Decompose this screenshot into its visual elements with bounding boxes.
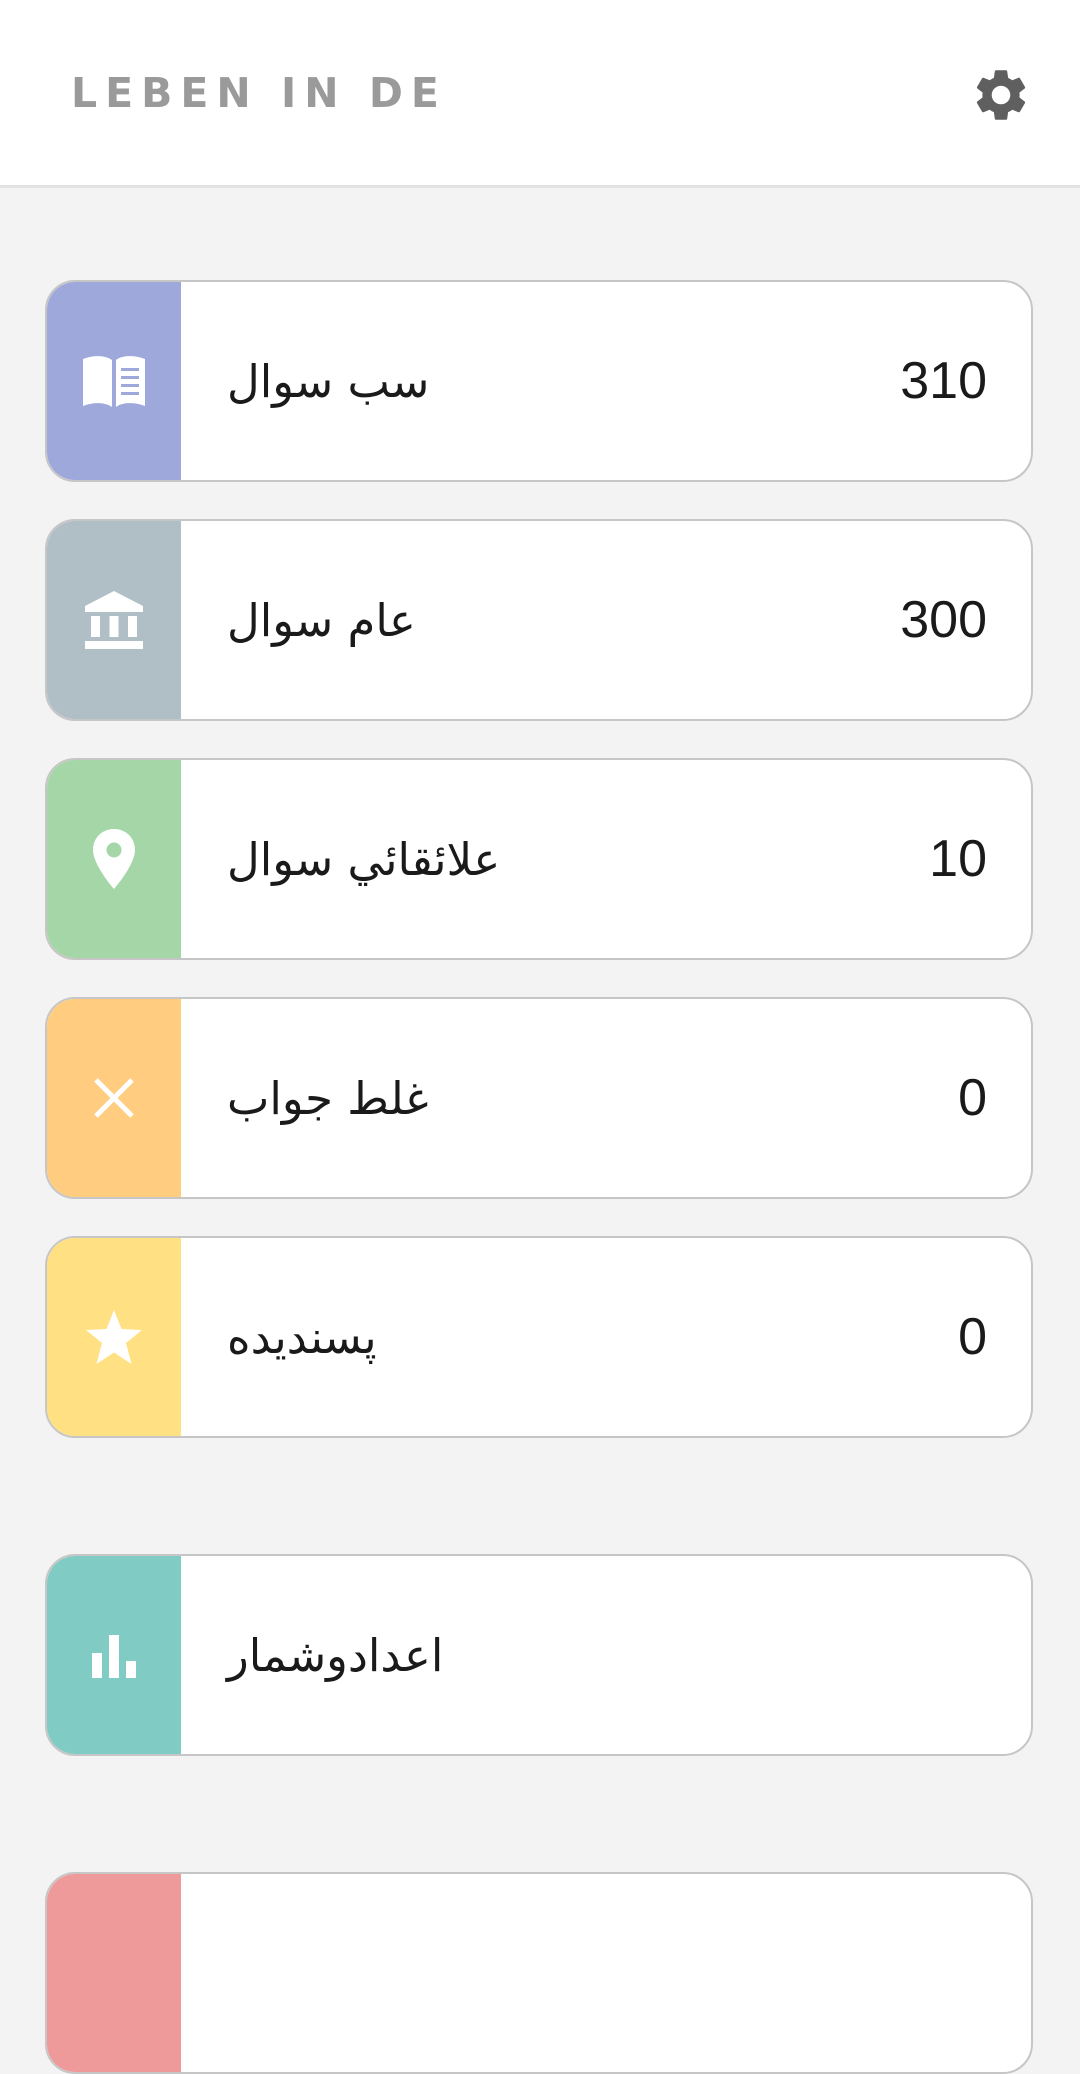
- regional-questions-label: علائقائي سوال: [227, 832, 501, 886]
- general-questions-strip: [47, 521, 181, 719]
- favorites-count: 0: [958, 1308, 987, 1366]
- star-icon: [86, 1310, 142, 1364]
- bottom-card-partial[interactable]: [45, 1872, 1033, 2074]
- regional-questions-strip: [47, 760, 181, 958]
- bank-icon: [85, 591, 143, 649]
- statistics-strip: [47, 1556, 181, 1754]
- close-icon: [94, 1078, 134, 1118]
- settings-button[interactable]: [970, 64, 1032, 126]
- wrong-answers-card[interactable]: غلط جواب 0: [45, 997, 1033, 1199]
- favorites-card[interactable]: پسنديده 0: [45, 1236, 1033, 1438]
- regional-questions-count: 10: [929, 830, 987, 888]
- app-title: LEBEN IN DE: [71, 69, 447, 117]
- app-header: LEBEN IN DE: [0, 0, 1080, 188]
- general-questions-label: عام سوال: [227, 593, 416, 647]
- general-questions-count: 300: [900, 591, 987, 649]
- all-questions-strip: [47, 282, 181, 480]
- bar-chart-icon: [92, 1635, 136, 1678]
- statistics-card[interactable]: اعدادوشمار: [45, 1554, 1033, 1756]
- regional-questions-card[interactable]: علائقائي سوال 10: [45, 758, 1033, 960]
- wrong-answers-label: غلط جواب: [227, 1071, 429, 1125]
- location-pin-icon: [93, 829, 135, 889]
- all-questions-card[interactable]: سب سوال 310: [45, 280, 1033, 482]
- gear-icon: [976, 70, 1026, 120]
- bottom-card-strip: [47, 1874, 181, 2072]
- wrong-answers-count: 0: [958, 1069, 987, 1127]
- statistics-label: اعدادوشمار: [227, 1628, 444, 1682]
- all-questions-count: 310: [900, 352, 987, 410]
- wrong-answers-strip: [47, 999, 181, 1197]
- favorites-strip: [47, 1238, 181, 1436]
- all-questions-label: سب سوال: [227, 354, 430, 408]
- general-questions-card[interactable]: عام سوال 300: [45, 519, 1033, 721]
- favorites-label: پسنديده: [227, 1310, 377, 1364]
- book-icon: [83, 356, 145, 407]
